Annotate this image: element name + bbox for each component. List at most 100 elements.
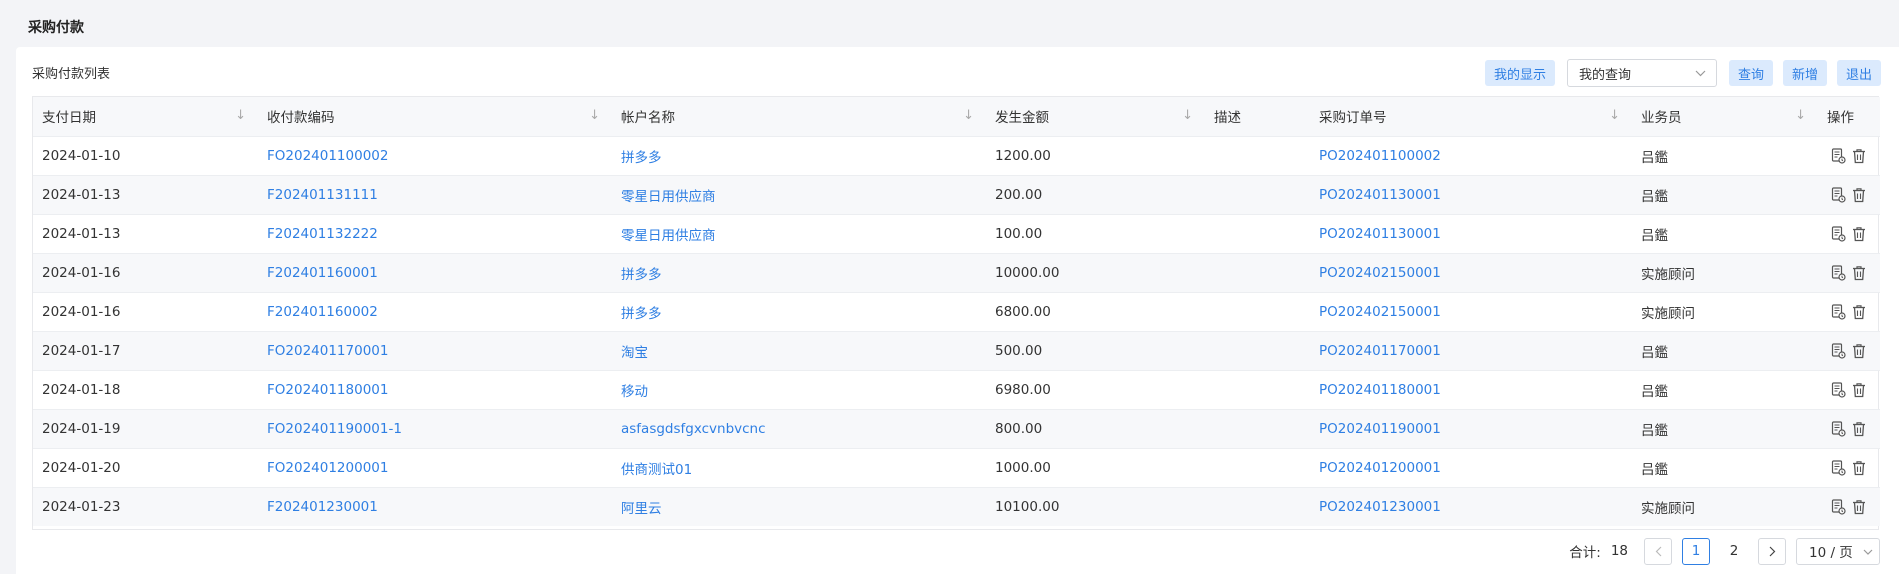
cell-account-link[interactable]: 零星日用供应商 bbox=[612, 175, 986, 214]
cell-code-link[interactable]: FO202401100002 bbox=[258, 136, 612, 175]
sort-arrow-down-icon[interactable]: ↓ bbox=[963, 108, 974, 123]
cell-code-link[interactable]: FO202401190001-1 bbox=[258, 409, 612, 448]
page-1-button[interactable]: 1 bbox=[1682, 537, 1710, 565]
page-size-select[interactable]: 10 / 页 bbox=[1796, 537, 1880, 565]
table-row[interactable]: 2024-01-20 FO202401200001 供商测试01 1000.00 PO2… bbox=[33, 448, 1880, 487]
sort-arrow-down-icon[interactable]: ↓ bbox=[1182, 108, 1193, 123]
cell-po-link[interactable]: PO202401200001 bbox=[1310, 448, 1632, 487]
col-header-account[interactable]: 帐户名称 ↓ bbox=[612, 97, 986, 136]
cell-po-link[interactable]: PO202401170001 bbox=[1310, 331, 1632, 370]
cell-account-link[interactable]: 零星日用供应商 bbox=[612, 214, 986, 253]
table-row[interactable]: 2024-01-13 F202401131111 零星日用供应商 200.00 PO20… bbox=[33, 175, 1880, 214]
cell-po-link[interactable]: PO202401180001 bbox=[1310, 370, 1632, 409]
next-page-button[interactable] bbox=[1758, 537, 1786, 565]
cell-desc bbox=[1205, 487, 1310, 526]
cell-account-link[interactable]: asfasgdsfgxcvnbvcnc bbox=[612, 409, 986, 448]
table-row[interactable]: 2024-01-17 FO202401170001 淘宝 500.00 PO202401… bbox=[33, 331, 1880, 370]
sort-arrow-down-icon[interactable]: ↓ bbox=[1609, 108, 1620, 123]
cell-staff: 实施顾问 bbox=[1641, 266, 1695, 283]
cell-ops bbox=[1818, 253, 1880, 292]
cell-ops bbox=[1818, 331, 1880, 370]
cell-account-link[interactable]: 阿里云 bbox=[612, 487, 986, 526]
trash-icon[interactable] bbox=[1852, 421, 1866, 437]
cell-account-link[interactable]: 拼多多 bbox=[612, 292, 986, 331]
cell-code-link[interactable]: FO202401200001 bbox=[258, 448, 612, 487]
sort-arrow-down-icon[interactable]: ↓ bbox=[1795, 108, 1806, 123]
cell-po-link[interactable]: PO202402150001 bbox=[1310, 292, 1632, 331]
document-detail-icon[interactable] bbox=[1831, 225, 1846, 242]
cell-amount: 10000.00 bbox=[995, 264, 1060, 281]
cell-account-link[interactable]: 淘宝 bbox=[612, 331, 986, 370]
trash-icon[interactable] bbox=[1852, 499, 1866, 515]
table-row[interactable]: 2024-01-10 FO202401100002 拼多多 1200.00 PO2024… bbox=[33, 136, 1880, 175]
document-detail-icon[interactable] bbox=[1831, 186, 1846, 203]
table-row[interactable]: 2024-01-16 F202401160002 拼多多 6800.00 PO20240… bbox=[33, 292, 1880, 331]
cell-account-link[interactable]: 拼多多 bbox=[612, 253, 986, 292]
cell-pay-date: 2024-01-10 bbox=[42, 147, 121, 164]
table-row[interactable]: 2024-01-13 F202401132222 零星日用供应商 100.00 PO20… bbox=[33, 214, 1880, 253]
cell-amount: 800.00 bbox=[995, 420, 1043, 437]
trash-icon[interactable] bbox=[1852, 382, 1866, 398]
prev-page-button[interactable] bbox=[1644, 537, 1672, 565]
col-header-code[interactable]: 收付款编码 ↓ bbox=[258, 97, 612, 136]
cell-po-link[interactable]: PO202401190001 bbox=[1310, 409, 1632, 448]
table-row[interactable]: 2024-01-23 F202401230001 阿里云 10100.00 PO2024… bbox=[33, 487, 1880, 526]
chevron-down-icon bbox=[1695, 67, 1706, 80]
cell-account-link[interactable]: 拼多多 bbox=[612, 136, 986, 175]
trash-icon[interactable] bbox=[1852, 460, 1866, 476]
cell-staff: 吕鑑 bbox=[1641, 344, 1668, 361]
cell-po-link[interactable]: PO202401230001 bbox=[1310, 487, 1632, 526]
page-2-button[interactable]: 2 bbox=[1720, 538, 1748, 565]
cell-pay-date: 2024-01-17 bbox=[42, 342, 121, 359]
document-detail-icon[interactable] bbox=[1831, 264, 1846, 281]
col-header-pay-date[interactable]: 支付日期 ↓ bbox=[33, 97, 258, 136]
exit-button[interactable]: 退出 bbox=[1836, 60, 1881, 86]
cell-account-link[interactable]: 移动 bbox=[612, 370, 986, 409]
add-button[interactable]: 新增 bbox=[1782, 60, 1827, 86]
sort-arrow-down-icon[interactable]: ↓ bbox=[589, 108, 600, 123]
cell-code-link[interactable]: FO202401180001 bbox=[258, 370, 612, 409]
cell-code-link[interactable]: F202401132222 bbox=[258, 214, 612, 253]
col-header-po[interactable]: 采购订单号 ↓ bbox=[1310, 97, 1632, 136]
cell-amount: 100.00 bbox=[995, 225, 1043, 242]
trash-icon[interactable] bbox=[1852, 265, 1866, 281]
trash-icon[interactable] bbox=[1852, 148, 1866, 164]
cell-pay-date: 2024-01-18 bbox=[42, 381, 121, 398]
cell-code-link[interactable]: F202401131111 bbox=[258, 175, 612, 214]
document-detail-icon[interactable] bbox=[1831, 342, 1846, 359]
cell-desc bbox=[1205, 409, 1310, 448]
table-row[interactable]: 2024-01-19 FO202401190001-1 asfasgdsfgxcvn… bbox=[33, 409, 1880, 448]
document-detail-icon[interactable] bbox=[1831, 381, 1846, 398]
cell-po-link[interactable]: PO202402150001 bbox=[1310, 253, 1632, 292]
sort-arrow-down-icon[interactable]: ↓ bbox=[235, 108, 246, 123]
cell-account-link[interactable]: 供商测试01 bbox=[612, 448, 986, 487]
cell-code-link[interactable]: F202401160002 bbox=[258, 292, 612, 331]
document-detail-icon[interactable] bbox=[1831, 499, 1846, 515]
trash-icon[interactable] bbox=[1852, 343, 1866, 359]
cell-code-link[interactable]: FO202401170001 bbox=[258, 331, 612, 370]
table-row[interactable]: 2024-01-18 FO202401180001 移动 6980.00 PO20240… bbox=[33, 370, 1880, 409]
cell-po-link[interactable]: PO202401130001 bbox=[1310, 214, 1632, 253]
document-detail-icon[interactable] bbox=[1831, 303, 1846, 320]
col-header-amount[interactable]: 发生金额 ↓ bbox=[986, 97, 1205, 136]
my-query-select[interactable]: 我的查询 bbox=[1566, 59, 1717, 87]
trash-icon[interactable] bbox=[1852, 304, 1866, 320]
cell-desc bbox=[1205, 175, 1310, 214]
cell-po-link[interactable]: PO202401100002 bbox=[1310, 136, 1632, 175]
document-detail-icon[interactable] bbox=[1831, 147, 1846, 164]
document-detail-icon[interactable] bbox=[1831, 420, 1846, 437]
table-row[interactable]: 2024-01-16 F202401160001 拼多多 10000.00 PO2024… bbox=[33, 253, 1880, 292]
cell-code-link[interactable]: F202401160001 bbox=[258, 253, 612, 292]
query-button[interactable]: 查询 bbox=[1728, 60, 1773, 86]
cell-desc bbox=[1205, 253, 1310, 292]
my-display-button[interactable]: 我的显示 bbox=[1484, 60, 1555, 86]
cell-code-link[interactable]: F202401230001 bbox=[258, 487, 612, 526]
payment-table: 支付日期 ↓ 收付款编码 ↓ 帐户名称 ↓ 发生金额 ↓ 描述 采购订单号 ↓ 业务员 ↓ … bbox=[32, 96, 1880, 530]
trash-icon[interactable] bbox=[1852, 226, 1866, 242]
col-header-staff[interactable]: 业务员 ↓ bbox=[1632, 97, 1818, 136]
document-detail-icon[interactable] bbox=[1831, 459, 1846, 476]
cell-pay-date: 2024-01-13 bbox=[42, 225, 121, 242]
trash-icon[interactable] bbox=[1852, 187, 1866, 203]
chevron-left-icon bbox=[1655, 546, 1661, 556]
cell-po-link[interactable]: PO202401130001 bbox=[1310, 175, 1632, 214]
